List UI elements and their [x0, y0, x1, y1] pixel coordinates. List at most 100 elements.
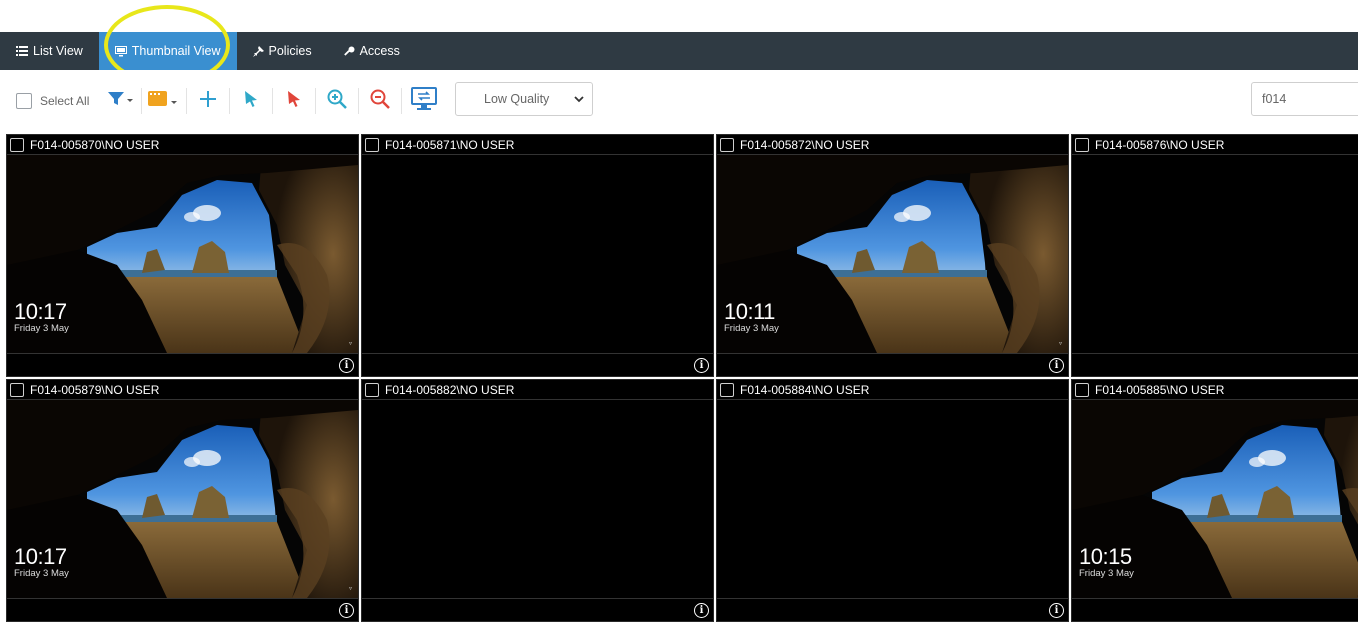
tile-header: F014-005871\NO USER	[362, 135, 713, 155]
tile-screen-preview[interactable]: 10:11 Friday 3 May ▿	[717, 155, 1068, 353]
select-pointer-button[interactable]	[236, 86, 266, 116]
network-icon: ▿	[1058, 341, 1062, 347]
lock-screen-time: 10:15	[1079, 544, 1132, 569]
chevron-down-icon	[574, 93, 584, 107]
divider	[401, 88, 403, 114]
divider	[272, 88, 274, 114]
tile-screen-preview[interactable]	[717, 400, 1068, 598]
info-icon[interactable]: i	[1049, 358, 1064, 373]
info-icon[interactable]: i	[694, 358, 709, 373]
deselect-pointer-button[interactable]	[279, 86, 309, 116]
tile-header: F014-005885\NO USER	[1072, 380, 1358, 400]
tile-checkbox[interactable]	[1075, 382, 1089, 397]
tile-footer: i	[362, 598, 713, 621]
thumbnail-tile[interactable]: F014-005872\NO USER 10:11 Friday 3 May ▿ i	[716, 134, 1069, 377]
tab-label: Policies	[268, 44, 312, 58]
tile-screen-preview[interactable]	[1072, 155, 1358, 353]
checkbox[interactable]	[16, 93, 32, 109]
tile-footer: i	[7, 598, 358, 621]
info-icon[interactable]: i	[339, 358, 354, 373]
monitor-icon	[114, 45, 127, 57]
tile-checkbox[interactable]	[10, 382, 24, 397]
zoom-in-icon	[327, 89, 348, 114]
add-button[interactable]	[193, 86, 223, 116]
zoom-out-button[interactable]	[365, 86, 395, 116]
tile-screen-preview[interactable]	[362, 400, 713, 598]
tile-screen-preview[interactable]: 10:15Friday 3 May▿	[1072, 400, 1358, 598]
divider	[229, 88, 231, 114]
info-icon[interactable]: i	[694, 603, 709, 618]
tab-access[interactable]: Access	[328, 32, 416, 70]
folder-icon	[148, 90, 180, 113]
monitor-swap-icon	[411, 86, 438, 116]
tab-label: Thumbnail View	[131, 44, 221, 58]
tile-checkbox[interactable]	[365, 382, 379, 397]
tile-checkbox[interactable]	[10, 137, 24, 152]
tile-footer: i	[717, 598, 1068, 621]
tile-checkbox[interactable]	[720, 382, 734, 397]
tile-header: F014-005882\NO USER	[362, 380, 713, 400]
tile-computer-name: F014-005882\NO USER	[385, 382, 515, 397]
tile-screen-preview[interactable]: 10:17 Friday 3 May ▿	[7, 400, 358, 598]
tile-computer-name: F014-005872\NO USER	[740, 137, 870, 152]
quality-select-value: Low Quality	[484, 92, 550, 106]
thumbnail-tile[interactable]: F014-005879\NO USER 10:17 Friday 3 May ▿ i	[6, 379, 359, 622]
zoom-in-button[interactable]	[322, 86, 352, 116]
network-icon: ▿	[348, 586, 352, 592]
list-icon	[16, 46, 28, 56]
remote-screen-button[interactable]	[408, 86, 440, 116]
tile-footer: i	[7, 353, 358, 376]
tile-header: F014-005870\NO USER	[7, 135, 358, 155]
tile-header: F014-005879\NO USER	[7, 380, 358, 400]
key-icon	[343, 46, 355, 57]
network-icon: ▿	[348, 341, 352, 347]
search-input[interactable]: f014	[1251, 82, 1358, 116]
plus-icon	[200, 90, 217, 112]
divider	[315, 88, 317, 114]
cursor-arrow-icon	[244, 90, 258, 113]
thumbnail-tile[interactable]: F014-005884\NO USER i	[716, 379, 1069, 622]
lock-screen-date: Friday 3 May	[1079, 568, 1134, 579]
tab-label: Access	[359, 44, 400, 58]
view-tab-bar: List View Thumbnail View Policies Access	[0, 32, 1358, 70]
tile-header: F014-005872\NO USER	[717, 135, 1068, 155]
tile-screen-preview[interactable]: 10:17 Friday 3 May ▿	[7, 155, 358, 353]
tile-screen-preview[interactable]	[362, 155, 713, 353]
tile-checkbox[interactable]	[1075, 137, 1089, 152]
tile-computer-name: F014-005884\NO USER	[740, 382, 870, 397]
info-icon[interactable]: i	[339, 603, 354, 618]
info-icon[interactable]: i	[1049, 603, 1064, 618]
group-button[interactable]	[148, 86, 180, 116]
divider	[186, 88, 188, 114]
filter-icon	[108, 91, 134, 112]
lock-screen-date: Friday 3 May	[724, 323, 779, 334]
tile-footer: i	[717, 353, 1068, 376]
thumbnail-tile[interactable]: F014-005870\NO USER 10:17 Friday 3 May ▿ i	[6, 134, 359, 377]
tile-computer-name: F014-005870\NO USER	[30, 137, 160, 152]
tab-list-view[interactable]: List View	[0, 32, 99, 70]
thumbnail-tile[interactable]: F014-005885\NO USER 10:15Friday 3 May▿i	[1071, 379, 1358, 622]
tile-footer: i	[362, 353, 713, 376]
divider	[358, 88, 360, 114]
select-all-label: Select All	[40, 94, 90, 108]
filter-button[interactable]	[107, 86, 135, 116]
tile-computer-name: F014-005885\NO USER	[1095, 382, 1225, 397]
thumbnail-tile[interactable]: F014-005876\NO USER i	[1071, 134, 1358, 377]
cursor-arrow-red-icon	[287, 90, 301, 113]
quality-select[interactable]: Low Quality	[455, 82, 593, 116]
toolbar: Select All Low Quality f014	[0, 70, 1358, 132]
thumbnail-tile[interactable]: F014-005871\NO USER i	[361, 134, 714, 377]
tile-computer-name: F014-005871\NO USER	[385, 137, 515, 152]
select-all-checkbox[interactable]: Select All	[16, 93, 89, 109]
tile-checkbox[interactable]	[720, 137, 734, 152]
zoom-out-icon	[370, 89, 391, 114]
lock-screen-time: 10:11	[724, 299, 775, 324]
tab-thumbnail-view[interactable]: Thumbnail View	[98, 32, 237, 70]
tab-policies[interactable]: Policies	[237, 32, 328, 70]
search-input-value: f014	[1262, 92, 1287, 106]
tile-checkbox[interactable]	[365, 137, 379, 152]
lock-screen-date: Friday 3 May	[14, 323, 69, 334]
thumbnail-tile[interactable]: F014-005882\NO USER i	[361, 379, 714, 622]
divider	[141, 88, 143, 114]
pin-icon	[252, 45, 264, 57]
